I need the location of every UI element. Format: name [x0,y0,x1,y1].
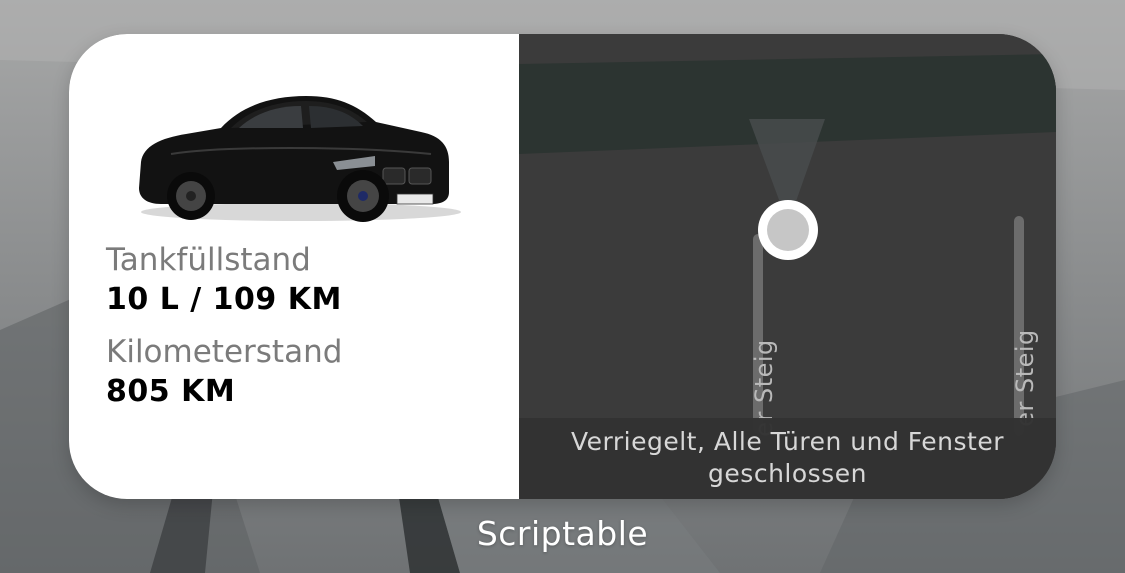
widget-app-name: Scriptable [476,514,649,553]
vehicle-info-panel: Tankfüllstand 10 L / 109 KM Kilometersta… [69,34,519,499]
odometer-label: Kilometerstand [106,334,343,370]
lock-status-bar: Verriegelt, Alle Türen und Fenster gesch… [519,418,1056,499]
scriptable-widget[interactable]: Tankfüllstand 10 L / 109 KM Kilometersta… [69,34,1056,499]
location-map[interactable]: er Steig er Steig Verriegelt, Alle Türen… [519,34,1056,499]
car-image [139,96,461,222]
fuel-level-label: Tankfüllstand [106,242,311,278]
odometer-value: 805 KM [106,374,236,409]
location-dot-icon [758,200,818,260]
street-name-label-2: er Steig [1010,329,1039,427]
fuel-level-value: 10 L / 109 KM [106,282,342,317]
lock-status-text: Verriegelt, Alle Türen und Fenster gesch… [570,427,1004,488]
